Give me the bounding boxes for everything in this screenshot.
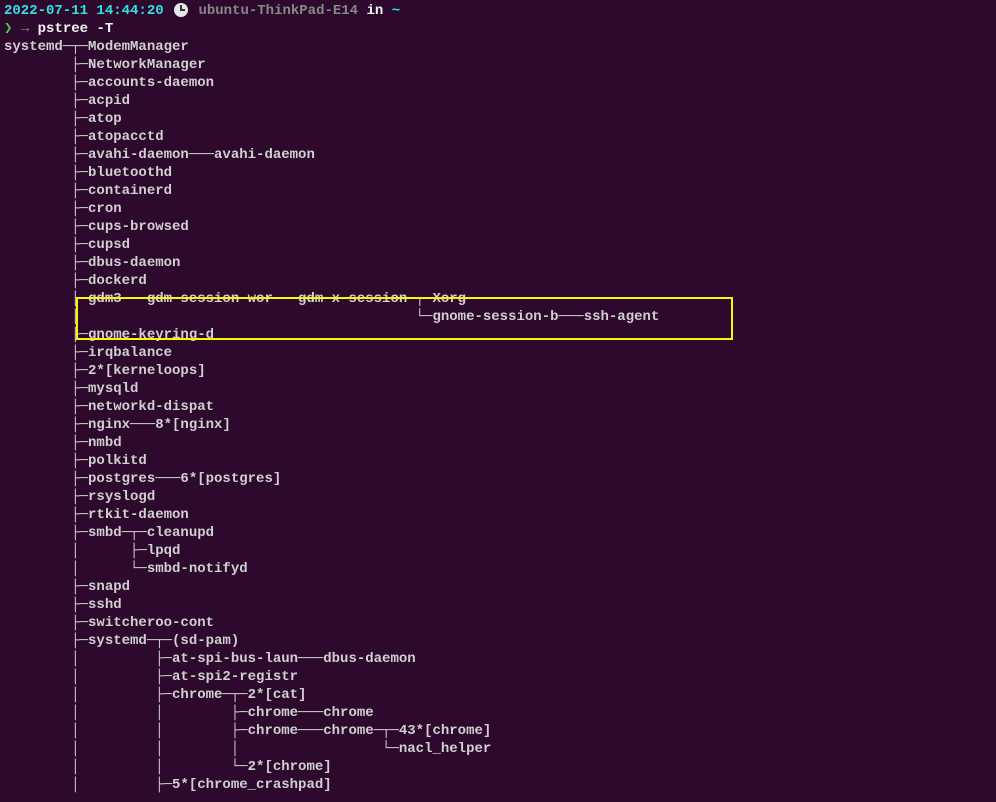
tree-line: ├─nginx───8*[nginx] bbox=[4, 416, 992, 434]
tree-line: ├─cups-browsed bbox=[4, 218, 992, 236]
tree-line: │ ├─at-spi-bus-laun───dbus-daemon bbox=[4, 650, 992, 668]
terminal[interactable]: 2022-07-11 14:44:20 ubuntu-ThinkPad-E14 … bbox=[0, 0, 996, 796]
tree-line: ├─accounts-daemon bbox=[4, 74, 992, 92]
tree-line: ├─2*[kerneloops] bbox=[4, 362, 992, 380]
tree-line: ├─dbus-daemon bbox=[4, 254, 992, 272]
tree-line: │ ├─chrome─┬─2*[cat] bbox=[4, 686, 992, 704]
in-word: in bbox=[367, 3, 384, 19]
tree-line: ├─avahi-daemon───avahi-daemon bbox=[4, 146, 992, 164]
clock-icon bbox=[174, 3, 188, 17]
tree-line: ├─gnome-keyring-d bbox=[4, 326, 992, 344]
tree-line: ├─irqbalance bbox=[4, 344, 992, 362]
tree-line: │ ├─at-spi2-registr bbox=[4, 668, 992, 686]
tree-line: ├─smbd─┬─cleanupd bbox=[4, 524, 992, 542]
prompt-line-2: ❯ → pstree -T bbox=[4, 20, 992, 38]
tree-line: ├─nmbd bbox=[4, 434, 992, 452]
tree-line: │ │ │ └─nacl_helper bbox=[4, 740, 992, 758]
tree-line: │ ├─5*[chrome_crashpad] bbox=[4, 776, 992, 794]
timestamp: 2022-07-11 14:44:20 bbox=[4, 3, 164, 19]
tree-line: ├─gdm3───gdm-session-wor───gdm-x-session… bbox=[4, 290, 992, 308]
tree-line: ├─sshd bbox=[4, 596, 992, 614]
tree-line: │ │ └─2*[chrome] bbox=[4, 758, 992, 776]
tree-line: ├─networkd-dispat bbox=[4, 398, 992, 416]
prompt-symbol: ❯ bbox=[4, 21, 12, 37]
pstree-output: systemd─┬─ModemManager ├─NetworkManager … bbox=[4, 38, 992, 794]
tree-line: ├─atop bbox=[4, 110, 992, 128]
tree-line: ├─cupsd bbox=[4, 236, 992, 254]
tree-line: ├─mysqld bbox=[4, 380, 992, 398]
tree-line: │ └─smbd-notifyd bbox=[4, 560, 992, 578]
tree-line: │ │ ├─chrome───chrome bbox=[4, 704, 992, 722]
tree-line: ├─containerd bbox=[4, 182, 992, 200]
tree-line: ├─rsyslogd bbox=[4, 488, 992, 506]
tree-line: ├─postgres───6*[postgres] bbox=[4, 470, 992, 488]
tree-line: ├─NetworkManager bbox=[4, 56, 992, 74]
tree-line: ├─acpid bbox=[4, 92, 992, 110]
tree-line: │ │ ├─chrome───chrome─┬─43*[chrome] bbox=[4, 722, 992, 740]
hostname: ubuntu-ThinkPad-E14 bbox=[198, 3, 358, 19]
tree-line: systemd─┬─ModemManager bbox=[4, 38, 992, 56]
arrow: → bbox=[21, 21, 29, 37]
tree-line: ├─polkitd bbox=[4, 452, 992, 470]
tree-line: ├─systemd─┬─(sd-pam) bbox=[4, 632, 992, 650]
tree-line: ├─snapd bbox=[4, 578, 992, 596]
tree-line: ├─cron bbox=[4, 200, 992, 218]
command-text: pstree -T bbox=[38, 21, 114, 37]
tree-line: ├─rtkit-daemon bbox=[4, 506, 992, 524]
tree-line: │ └─gnome-session-b───ssh-agent bbox=[4, 308, 992, 326]
tree-line: ├─atopacctd bbox=[4, 128, 992, 146]
cwd: ~ bbox=[392, 3, 400, 19]
prompt-line-1: 2022-07-11 14:44:20 ubuntu-ThinkPad-E14 … bbox=[4, 2, 992, 20]
tree-line: ├─switcheroo-cont bbox=[4, 614, 992, 632]
tree-line: ├─dockerd bbox=[4, 272, 992, 290]
tree-line: ├─bluetoothd bbox=[4, 164, 992, 182]
tree-line: │ ├─lpqd bbox=[4, 542, 992, 560]
